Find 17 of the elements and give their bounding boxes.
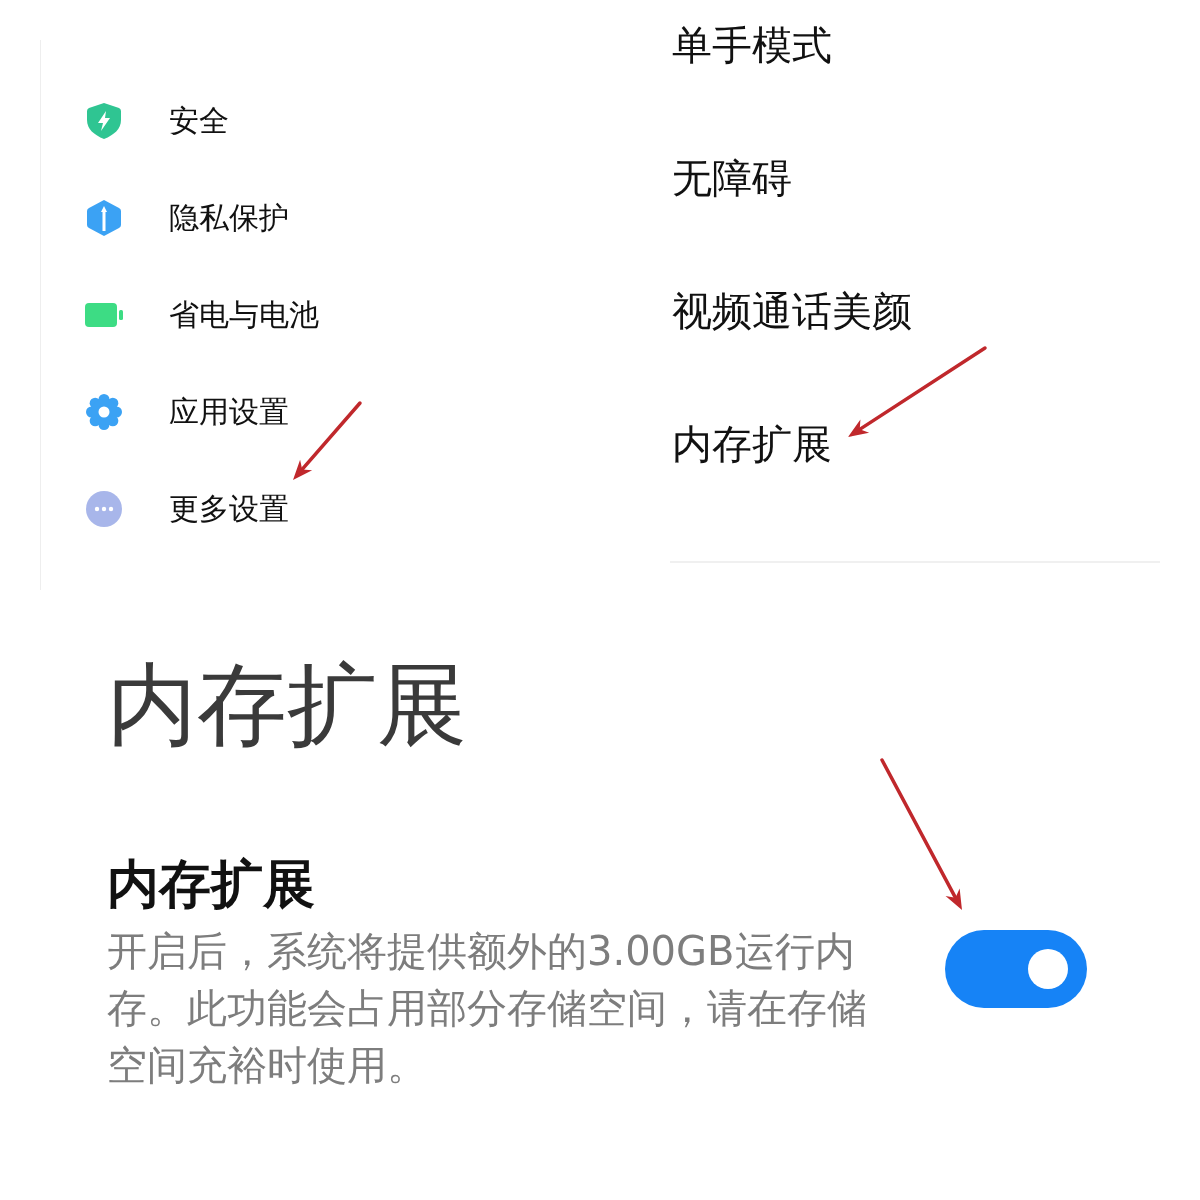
settings-item[interactable]: 单手模式	[672, 25, 832, 65]
settings-item[interactable]: 隐私保护	[85, 199, 289, 236]
hexagon-icon	[87, 199, 121, 236]
more-icon	[86, 490, 122, 527]
battery-icon	[85, 302, 123, 327]
settings-item[interactable]: 省电与电池	[85, 297, 319, 332]
settings-item[interactable]: 无障碍	[672, 158, 792, 198]
gear-icon	[86, 393, 122, 430]
settings-item[interactable]: 视频通话美颜	[672, 291, 912, 331]
shield-icon	[87, 102, 121, 139]
page-title: 内存扩展	[107, 660, 467, 750]
settings-item[interactable]: 更多设置	[85, 490, 289, 527]
settings-item[interactable]: 内存扩展	[672, 424, 832, 464]
setting-description: 开启后，系统将提供额外的3.00GB运行内存。此功能会占用部分存储空间，请在存储空间充裕时使用。	[107, 927, 868, 1090]
setting-title: 内存扩展	[107, 858, 315, 910]
settings-item[interactable]: 安全	[85, 102, 229, 139]
settings-item[interactable]: 应用设置	[85, 393, 289, 430]
